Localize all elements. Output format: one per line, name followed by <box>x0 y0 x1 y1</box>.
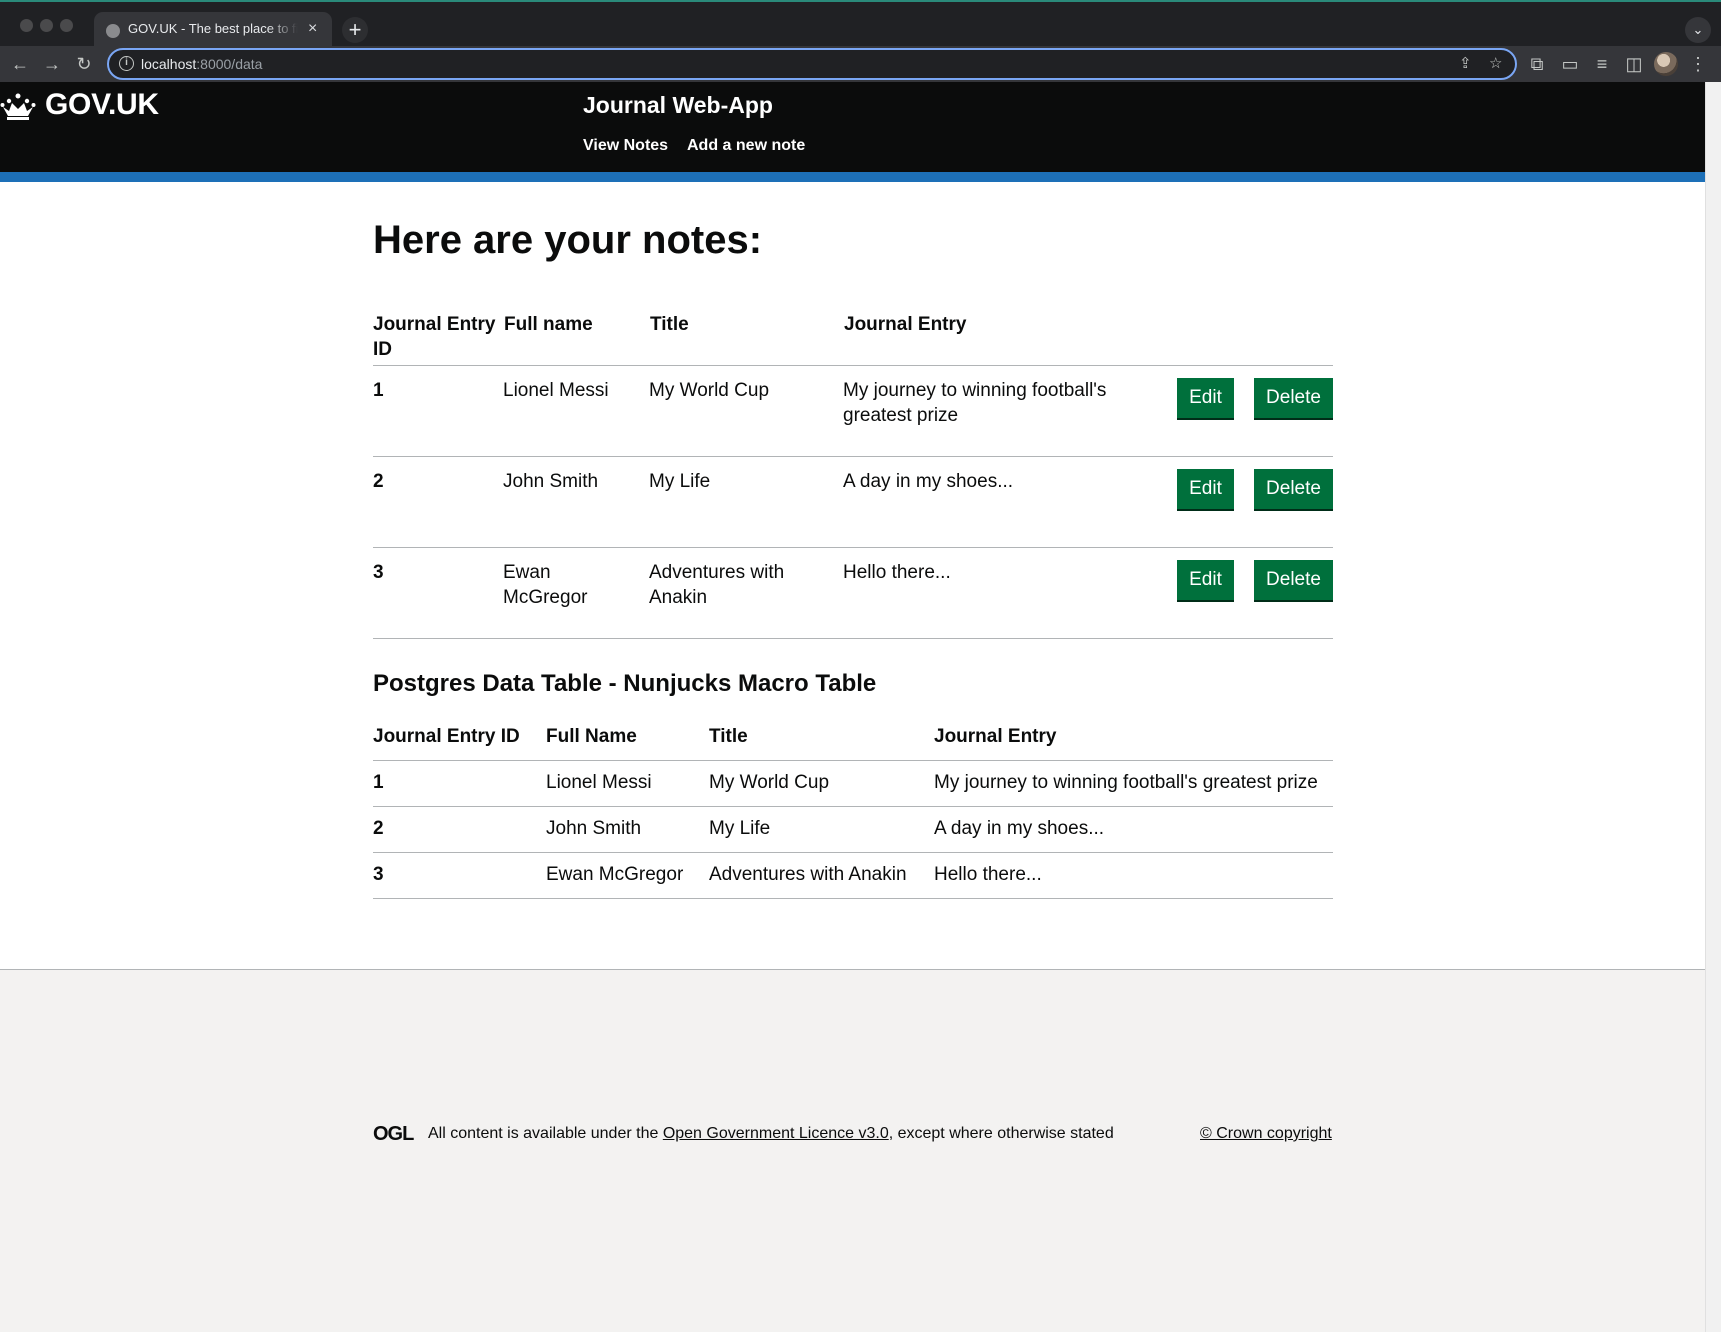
edit-button[interactable]: Edit <box>1177 469 1234 509</box>
crown-icon <box>0 93 36 120</box>
divider <box>373 852 1333 853</box>
row-2-name: John Smith <box>503 471 599 492</box>
table-row-3-entry: Hello there... <box>934 864 1042 885</box>
delete-button[interactable]: Delete <box>1254 378 1333 418</box>
row-2-entry: A day in my shoes... <box>843 471 1014 492</box>
header-stripe <box>0 172 1705 182</box>
divider <box>373 365 1333 366</box>
extensions-icon[interactable]: ⧉ <box>1525 52 1549 76</box>
table-row-1-entry: My journey to winning football's greates… <box>934 772 1318 793</box>
table-row-3-name: Ewan McGregor <box>546 864 684 885</box>
row-2-title: My Life <box>649 471 711 492</box>
info-icon[interactable]: i <box>119 56 134 71</box>
page-content: GOV.UK Journal Web-App View Notes Add a … <box>0 82 1705 1332</box>
reload-icon[interactable]: ↻ <box>72 52 96 76</box>
zoom-window-dot[interactable] <box>60 19 73 32</box>
table-row-1-name: Lionel Messi <box>546 772 652 793</box>
tab-title: GOV.UK - The best place to find governme… <box>128 21 298 36</box>
globe-icon <box>106 24 120 38</box>
column-header-id: Journal Entry ID <box>373 726 520 747</box>
page-title: Here are your notes: <box>373 218 763 262</box>
reading-list-icon[interactable]: ≡ <box>1590 52 1614 76</box>
column-header-name: Full Name <box>546 726 637 747</box>
divider <box>373 898 1333 899</box>
forward-icon[interactable]: → <box>40 52 64 76</box>
delete-button[interactable]: Delete <box>1254 560 1333 600</box>
share-icon[interactable]: ⇪ <box>1459 54 1472 72</box>
table-row-3-id: 3 <box>373 864 384 885</box>
row-2-id: 2 <box>373 471 384 492</box>
column-header-name: Full name <box>504 314 593 335</box>
table-row-3-title: Adventures with Anakin <box>709 864 907 885</box>
table-row-1-title: My World Cup <box>709 772 830 793</box>
divider <box>373 760 1333 761</box>
edit-button[interactable]: Edit <box>1177 378 1234 418</box>
url-text: localhost:8000/data <box>141 56 263 72</box>
nav-add-note[interactable]: Add a new note <box>687 137 805 155</box>
row-3-id: 3 <box>373 562 384 583</box>
new-tab-button[interactable]: + <box>342 17 368 43</box>
column-header-entry: Journal Entry <box>844 314 967 335</box>
column-header-title: Title <box>650 314 689 335</box>
govuk-logo[interactable]: GOV.UK <box>45 88 159 122</box>
address-bar[interactable]: i localhost:8000/data ⇪ ☆ <box>107 48 1517 80</box>
chevron-down-icon[interactable]: ⌄ <box>1685 17 1711 43</box>
divider <box>373 638 1333 639</box>
cast-icon[interactable]: ▭ <box>1558 52 1582 76</box>
gov-header: GOV.UK Journal Web-App View Notes Add a … <box>0 82 1705 182</box>
table-row-2-id: 2 <box>373 818 384 839</box>
table-row-1-id: 1 <box>373 772 384 793</box>
tab-strip: GOV.UK - The best place to find governme… <box>0 0 1721 48</box>
licence-link[interactable]: Open Government Licence v3.0 <box>663 1125 889 1142</box>
minimize-window-dot[interactable] <box>40 19 53 32</box>
back-icon[interactable]: ← <box>8 52 32 76</box>
row-1-id: 1 <box>373 380 384 401</box>
service-name[interactable]: Journal Web-App <box>583 92 773 119</box>
ogl-logo: OGL <box>373 1123 414 1145</box>
row-3-title: Adventures with Anakin <box>649 562 785 608</box>
column-header-entry: Journal Entry <box>934 726 1057 747</box>
edit-button[interactable]: Edit <box>1177 560 1234 600</box>
footer: OGL All content is available under the O… <box>0 969 1705 1332</box>
divider <box>373 547 1333 548</box>
bookmark-star-icon[interactable]: ☆ <box>1489 54 1502 72</box>
table-row-2-title: My Life <box>709 818 771 839</box>
row-1-entry: My journey to winning football's greates… <box>843 380 1107 426</box>
nav-view-notes[interactable]: View Notes <box>583 137 668 155</box>
browser-tab[interactable]: GOV.UK - The best place to find governme… <box>94 12 332 48</box>
divider <box>373 456 1333 457</box>
section-heading: Postgres Data Table - Nunjucks Macro Tab… <box>373 670 877 697</box>
table-row-2-entry: A day in my shoes... <box>934 818 1105 839</box>
row-3-entry: Hello there... <box>843 562 951 583</box>
menu-icon[interactable]: ⋮ <box>1686 52 1710 76</box>
column-header-title: Title <box>709 726 748 747</box>
scrollbar[interactable] <box>1705 82 1721 1332</box>
avatar[interactable] <box>1654 52 1678 76</box>
licence-text: All content is available under the Open … <box>428 1125 1114 1142</box>
browser-toolbar: ← → ↻ i localhost:8000/data ⇪ ☆ ⧉ ▭ ≡ ◫ … <box>0 46 1721 82</box>
side-panel-icon[interactable]: ◫ <box>1622 52 1646 76</box>
delete-button[interactable]: Delete <box>1254 469 1333 509</box>
browser-window: GOV.UK - The best place to find governme… <box>0 0 1721 1332</box>
row-1-name: Lionel Messi <box>503 380 609 401</box>
close-window-dot[interactable] <box>20 19 33 32</box>
divider <box>373 806 1333 807</box>
column-header-id: Journal Entry ID <box>373 314 496 360</box>
row-3-name: Ewan McGregor <box>503 562 588 608</box>
tab-close-icon[interactable]: × <box>308 19 317 39</box>
crown-copyright-link[interactable]: © Crown copyright <box>1200 1125 1332 1143</box>
row-1-title: My World Cup <box>649 380 770 401</box>
table-row-2-name: John Smith <box>546 818 642 839</box>
